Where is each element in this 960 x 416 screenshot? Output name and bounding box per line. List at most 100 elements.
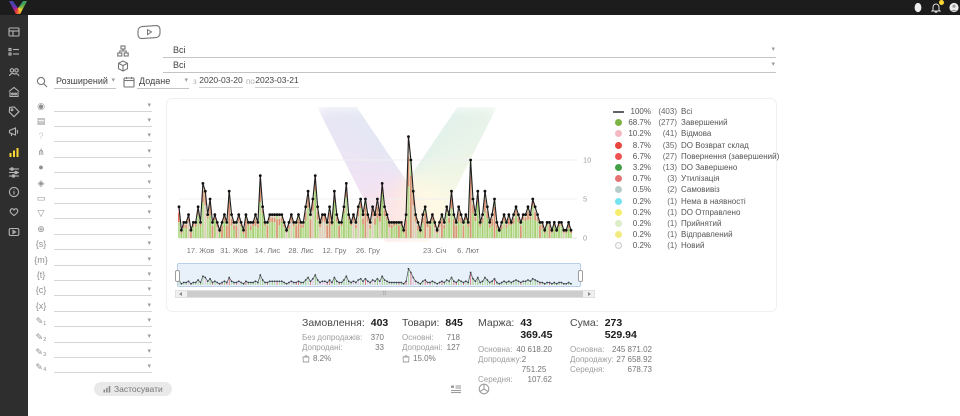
sidebar-item-promotions[interactable] [0,102,28,122]
view-selector-icon[interactable] [136,24,162,45]
legend-count: (41) [651,129,677,138]
legend-pct: 3.2% [625,163,651,172]
overview-right-handle[interactable] [578,270,583,282]
filter-row-utm-source: {s} [28,237,160,252]
sidebar-item-marketing[interactable] [0,122,28,142]
search-mode-select[interactable]: Розширений [54,75,116,89]
sidebar-item-orders[interactable] [0,42,28,62]
utm-content-icon: {x} [28,301,54,311]
legend-item-1[interactable]: 68.7%(277)Завершений [611,117,773,128]
product-select[interactable] [54,177,152,189]
orders-chart[interactable]: 051017. Жов31. Жов14. Лис28. Лис12. Гру2… [175,103,605,261]
brand-logo-icon[interactable] [9,1,27,14]
legend-item-10[interactable]: 0.2%(1)Прийнятий [611,218,773,229]
scrollbar-thumb[interactable]: ⠿ [187,291,583,297]
user-icon[interactable] [912,2,924,13]
legend-item-7[interactable]: 0.5%(2)Самовивіз [611,184,773,195]
svg-text:17. Жов: 17. Жов [187,246,215,255]
filter-row-custom-field-2: ✎₂ [28,329,160,344]
legend-item-5[interactable]: 3.2%(13)DO Завершено [611,162,773,173]
stat-subrow: Основні:718 [402,333,460,343]
overview-left-handle[interactable] [175,270,180,282]
custom-field-1-select[interactable] [54,315,152,327]
sidebar-item-tutorials[interactable] [0,222,28,242]
legend-label: Самовивіз [681,185,720,194]
sidebar-item-info[interactable] [0,182,28,202]
info-icon [8,186,20,198]
chart-scrollbar[interactable]: ⠿ [175,290,595,298]
sidebar-item-automation[interactable] [0,162,28,182]
unknown-select[interactable] [54,130,152,142]
crm-analytics-page: ◉▤?⋔●◈▭▽⊕{s}{m}{t}{c}{x}✎₁✎₂✎₃✎₄ Застосу… [0,0,960,416]
date-to-input[interactable]: 2023-03-21 [255,75,299,88]
avatar-icon[interactable] [948,2,960,13]
custom-field-2-select[interactable] [54,331,152,343]
source-select[interactable] [54,100,152,112]
legend-count: (1) [651,230,677,239]
table-view-icon[interactable] [450,383,462,395]
sidebar-item-clients[interactable] [0,62,28,82]
scroll-right-arrow[interactable] [585,291,594,297]
stat-subrow: Допродані:33 [302,343,384,353]
utm-content-select[interactable] [54,300,152,312]
stat-subrow: Допродажу:27 658.92 [570,355,652,365]
payment-select[interactable] [54,192,152,204]
legend-count: (277) [651,118,677,127]
legend-item-3[interactable]: 8.7%(35)DO Возврат склад [611,140,773,151]
date-field-select[interactable]: Додане [137,75,189,89]
stat-label: Замовлення: [302,317,365,329]
utm-medium-icon: {m} [28,255,54,265]
user-select[interactable] [54,161,152,173]
funnel-select[interactable] [54,207,152,219]
filter-row-custom-field-1: ✎₁ [28,313,160,328]
legend-pct: 0.2% [625,219,651,228]
user-icon: ● [28,162,54,172]
heart-hands-icon [8,206,20,218]
legend-swatch [611,220,625,227]
custom-field-2-icon: ✎₂ [28,332,54,342]
filter-row-utm-term: {t} [28,267,160,282]
legend-count: (1) [651,197,677,206]
legend-item-4[interactable]: 6.7%(27)Повернення (завершений) [611,151,773,162]
date-from-input[interactable]: 2020-03-20 [199,75,243,88]
legend-count: (27) [651,152,677,161]
stat-label: Товари: [402,317,439,329]
website-icon: ⊕ [28,224,54,234]
legend-label: DO Возврат склад [681,141,749,150]
legend-item-0[interactable]: 100%(403)Всі [611,106,773,117]
legend-swatch [611,198,625,205]
utm-term-select[interactable] [54,269,152,281]
custom-field-3-select[interactable] [54,346,152,358]
scroll-left-arrow[interactable] [176,291,185,297]
sidebar-item-analytics[interactable] [0,142,28,162]
sidebar-item-store[interactable] [0,82,28,102]
notifications-bell-icon[interactable] [930,2,942,13]
status-filter-select[interactable]: Всі [163,44,776,58]
hierarchy-select[interactable] [54,146,152,158]
legend-item-11[interactable]: 0.2%(1)Відправлений [611,229,773,240]
stat-card-3: Сума:273 529.94Основна:245 871.02Допрода… [570,317,652,385]
legend-item-8[interactable]: 0.2%(1)Нема в наявності [611,196,773,207]
overview-selection[interactable] [177,263,581,287]
website-select[interactable] [54,223,152,235]
search-icon[interactable] [36,76,48,88]
utm-medium-select[interactable] [54,254,152,266]
apply-chart-icon [103,385,111,393]
stage-select[interactable] [54,115,152,127]
calendar-icon [123,76,135,88]
custom-field-4-select[interactable] [54,361,152,373]
utm-source-select[interactable] [54,238,152,250]
product-filter-select[interactable]: Всі [163,59,776,73]
legend-swatch [611,153,625,160]
utm-campaign-select[interactable] [54,284,152,296]
legend-item-2[interactable]: 10.2%(41)Відмова [611,128,773,139]
legend-item-6[interactable]: 0.7%(3)Утилізація [611,173,773,184]
products-view-icon[interactable] [478,383,490,395]
chevron-down-icon [184,76,188,85]
legend-item-12[interactable]: 0.2%(1)Новий [611,240,773,251]
sidebar-item-support[interactable] [0,202,28,222]
apply-button[interactable]: Застосувати [94,382,172,396]
legend-item-9[interactable]: 0.2%(1)DO Отправлено [611,207,773,218]
chart-overview [175,265,595,287]
sidebar-item-dashboard[interactable] [0,22,28,42]
